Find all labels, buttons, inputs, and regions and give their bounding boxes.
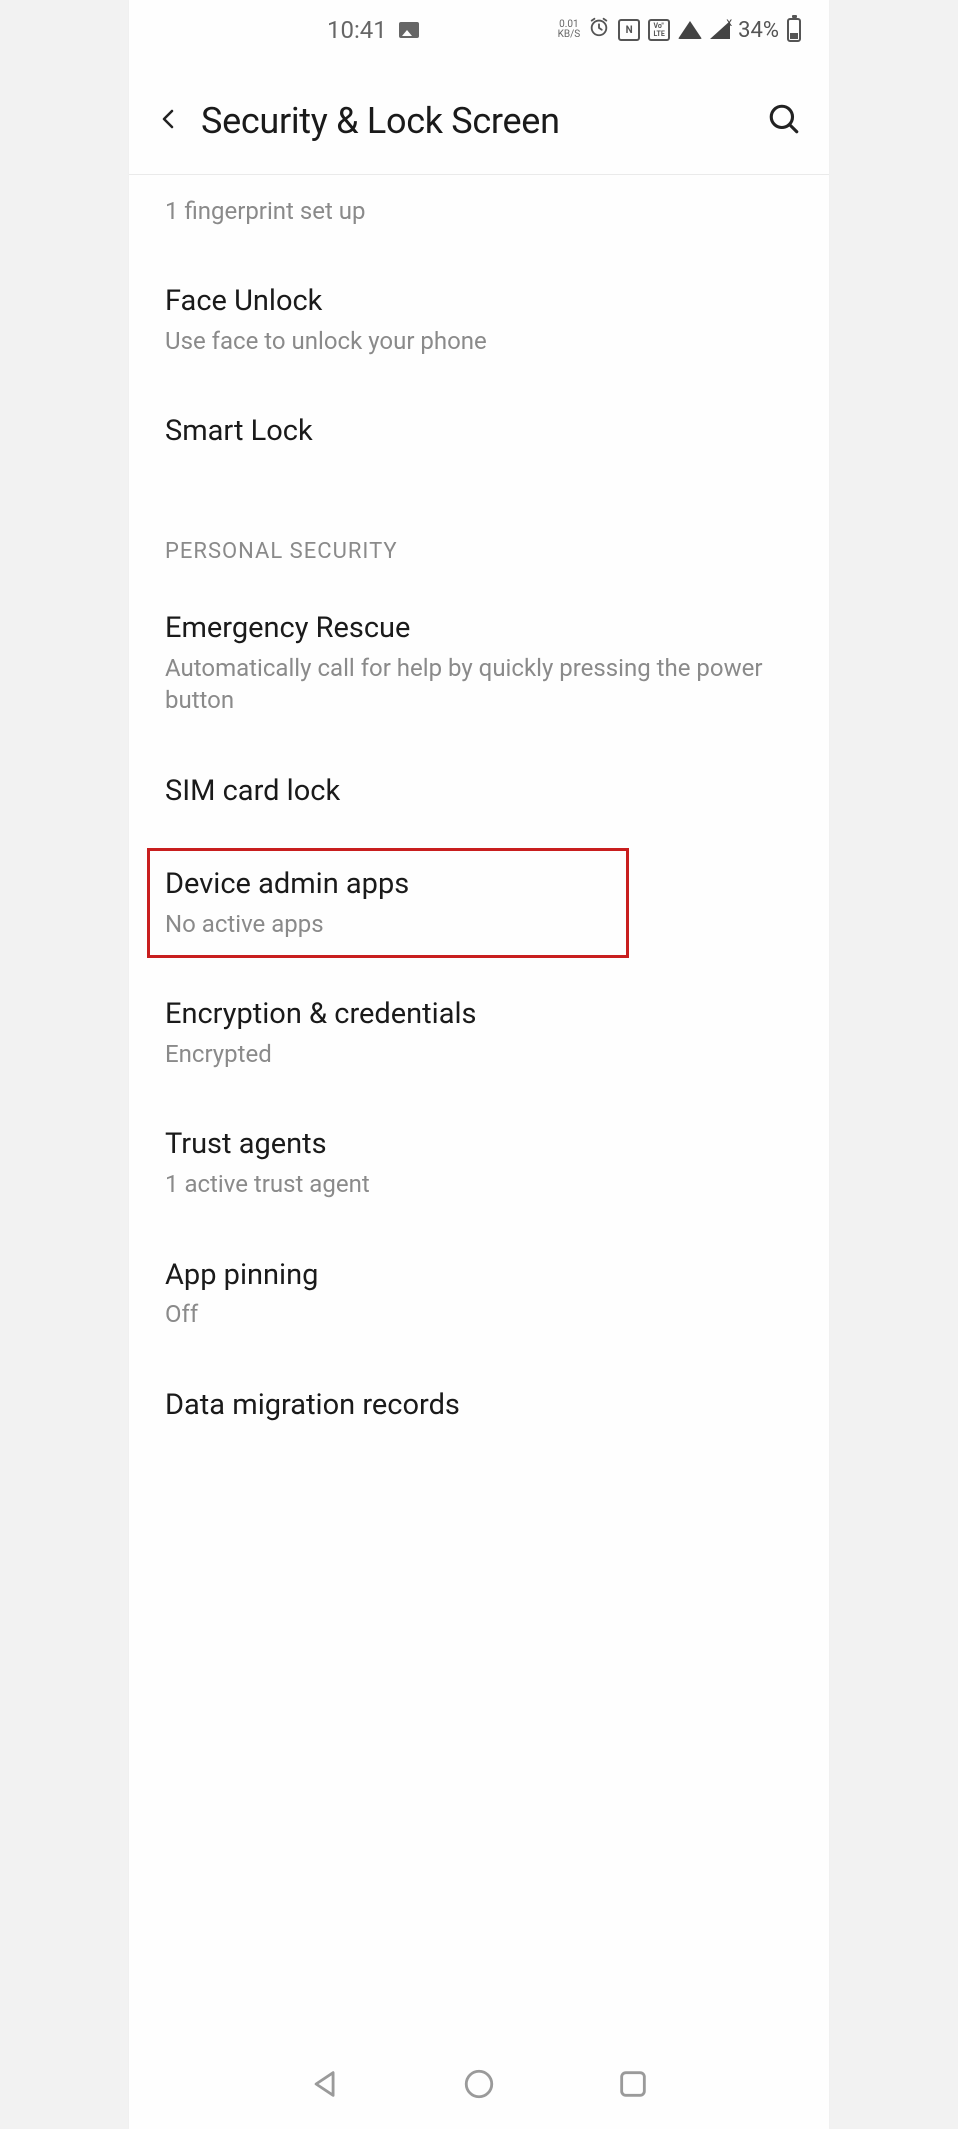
setting-subtitle: 1 fingerprint set up: [165, 195, 793, 227]
picture-icon: [399, 22, 419, 38]
setting-subtitle: 1 active trust agent: [165, 1168, 793, 1200]
setting-title: SIM card lock: [165, 773, 793, 811]
navigation-bar: [129, 2043, 829, 2129]
setting-title: Device admin apps: [165, 866, 793, 904]
section-header-personal-security: PERSONAL SECURITY: [129, 479, 829, 582]
volte-icon: Vo"LTE: [648, 19, 670, 41]
nav-home-icon[interactable]: [462, 2067, 496, 2105]
signal-icon: x: [710, 21, 730, 39]
search-icon[interactable]: [767, 102, 801, 140]
back-icon[interactable]: [157, 103, 181, 139]
network-speed: 0.01 KB/S: [558, 20, 581, 40]
setting-title: Emergency Rescue: [165, 610, 793, 648]
setting-trust-agents[interactable]: Trust agents 1 active trust agent: [129, 1098, 829, 1228]
setting-title: Face Unlock: [165, 283, 793, 321]
setting-title: Encryption & credentials: [165, 996, 793, 1034]
battery-percent: 34%: [738, 18, 779, 43]
setting-title: Trust agents: [165, 1126, 793, 1164]
setting-title: Smart Lock: [165, 413, 793, 451]
setting-subtitle: Use face to unlock your phone: [165, 325, 793, 357]
setting-subtitle: Off: [165, 1298, 793, 1330]
setting-smart-lock[interactable]: Smart Lock: [129, 385, 829, 479]
battery-icon: [787, 18, 801, 42]
setting-device-admin-apps[interactable]: Device admin apps No active apps: [129, 838, 829, 968]
setting-title: Data migration records: [165, 1387, 793, 1425]
settings-list: 1 fingerprint set up Face Unlock Use fac…: [129, 175, 829, 2043]
setting-encryption-credentials[interactable]: Encryption & credentials Encrypted: [129, 968, 829, 1098]
nfc-icon: N: [618, 19, 640, 41]
setting-data-migration-records[interactable]: Data migration records: [129, 1359, 829, 1453]
page-title: Security & Lock Screen: [201, 100, 747, 142]
alarm-icon: [588, 16, 610, 44]
setting-subtitle: Automatically call for help by quickly p…: [165, 652, 793, 717]
setting-app-pinning[interactable]: App pinning Off: [129, 1229, 829, 1359]
status-clock: 10:41: [327, 16, 387, 44]
setting-title: App pinning: [165, 1257, 793, 1295]
setting-subtitle: Encrypted: [165, 1038, 793, 1070]
setting-subtitle: No active apps: [165, 908, 793, 940]
nav-recent-icon[interactable]: [616, 2067, 650, 2105]
status-bar: 10:41 0.01 KB/S N Vo"LTE x 34%: [129, 0, 829, 60]
setting-face-unlock[interactable]: Face Unlock Use face to unlock your phon…: [129, 255, 829, 385]
wifi-icon: [678, 21, 702, 39]
nav-back-icon[interactable]: [309, 2067, 343, 2105]
setting-fingerprint[interactable]: 1 fingerprint set up: [129, 175, 829, 255]
app-bar: Security & Lock Screen: [129, 60, 829, 175]
setting-emergency-rescue[interactable]: Emergency Rescue Automatically call for …: [129, 582, 829, 744]
setting-sim-card-lock[interactable]: SIM card lock: [129, 745, 829, 839]
